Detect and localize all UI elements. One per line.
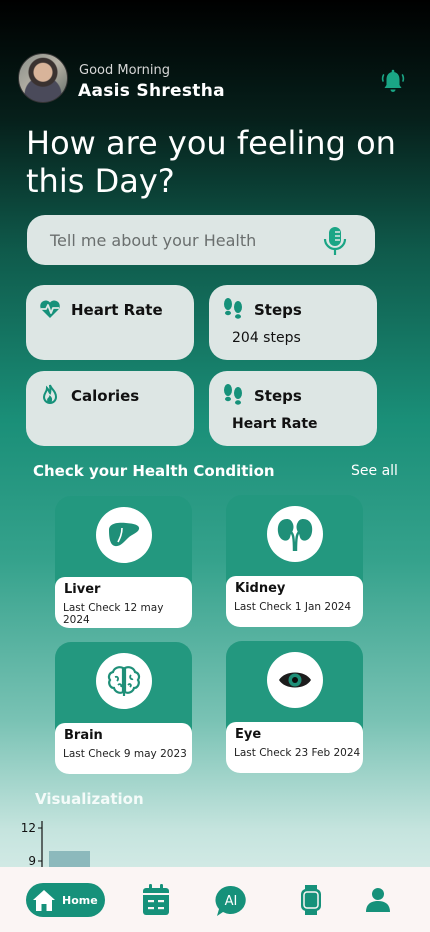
organ-last-check: Last Check 23 Feb 2024 (234, 747, 361, 759)
organ-info: Eye Last Check 23 Feb 2024 (226, 722, 363, 773)
avatar[interactable] (18, 53, 68, 103)
eye-icon-circle (267, 652, 323, 708)
nav-ai-button[interactable]: AI (215, 885, 247, 917)
organ-name: Brain (64, 728, 103, 743)
nav-home-button[interactable]: Home (26, 883, 105, 917)
organ-info: Brain Last Check 9 may 2023 (55, 723, 192, 774)
kidney-icon (277, 519, 313, 552)
footprints-icon (224, 298, 242, 319)
microphone-icon[interactable] (321, 225, 349, 257)
metric-card-steps[interactable]: Steps 204 steps (209, 285, 377, 360)
nav-home-label: Home (62, 893, 98, 907)
metric-title: Steps (254, 301, 302, 319)
organ-last-check: Last Check 1 Jan 2024 (234, 601, 352, 613)
brain-icon-circle (96, 653, 152, 709)
calendar-icon[interactable] (142, 884, 170, 916)
organ-info: Kidney Last Check 1 Jan 2024 (226, 576, 363, 627)
eye-icon (279, 672, 311, 688)
metric-value: Heart Rate (232, 416, 318, 432)
organ-name: Liver (64, 582, 101, 597)
liver-icon (109, 522, 140, 547)
organ-last-check: Last Check 9 may 2023 (63, 748, 187, 760)
organ-name: Kidney (235, 581, 286, 596)
home-icon (33, 890, 55, 911)
organ-card-eye[interactable]: Eye Last Check 23 Feb 2024 (226, 641, 363, 773)
health-chat-input[interactable]: Tell me about your Health (27, 215, 375, 265)
footprints-icon (224, 384, 242, 405)
metric-card-calories[interactable]: Calories (26, 371, 194, 446)
see-all-link[interactable]: See all (351, 463, 398, 479)
metric-card-steps-2[interactable]: Steps Heart Rate (209, 371, 377, 446)
bottom-navbar: Home AI (0, 867, 430, 932)
organ-card-brain[interactable]: Brain Last Check 9 may 2023 (55, 642, 192, 774)
visualization-title: Visualization (35, 790, 144, 808)
organ-info: Liver Last Check 12 may 2024 (55, 577, 192, 628)
greeting-text: Good Morning (79, 63, 170, 78)
heart-pulse-icon (40, 300, 60, 318)
header: Good Morning Aasis Shrestha (18, 53, 413, 105)
metric-card-heart-rate[interactable]: Heart Rate (26, 285, 194, 360)
user-name: Aasis Shrestha (78, 81, 225, 101)
smartwatch-icon[interactable] (301, 885, 321, 915)
organ-last-check: Last Check 12 may 2024 (63, 602, 164, 626)
liver-icon-circle (96, 507, 152, 563)
ai-label: AI (225, 894, 238, 909)
metric-title: Calories (71, 387, 140, 405)
visualization-chart: 12 9 (21, 821, 90, 875)
kidney-icon-circle (267, 506, 323, 562)
page-headline: How are you feeling on this Day? (26, 124, 396, 200)
flame-icon (42, 384, 58, 404)
health-chat-placeholder: Tell me about your Health (50, 230, 257, 250)
organ-name: Eye (235, 727, 262, 742)
metric-value: 204 steps (232, 330, 301, 346)
metric-title: Heart Rate (71, 301, 163, 319)
ai-chat-icon: AI (215, 885, 246, 916)
metric-title: Steps (254, 387, 302, 405)
profile-icon[interactable] (366, 887, 390, 913)
health-section-title: Check your Health Condition (33, 462, 275, 480)
y-tick-label: 9 (28, 854, 36, 868)
organ-card-kidney[interactable]: Kidney Last Check 1 Jan 2024 (226, 495, 363, 627)
brain-icon (107, 666, 141, 696)
bell-icon[interactable] (381, 69, 405, 95)
y-tick-label: 12 (21, 821, 36, 835)
organ-card-liver[interactable]: Liver Last Check 12 may 2024 (55, 496, 192, 628)
